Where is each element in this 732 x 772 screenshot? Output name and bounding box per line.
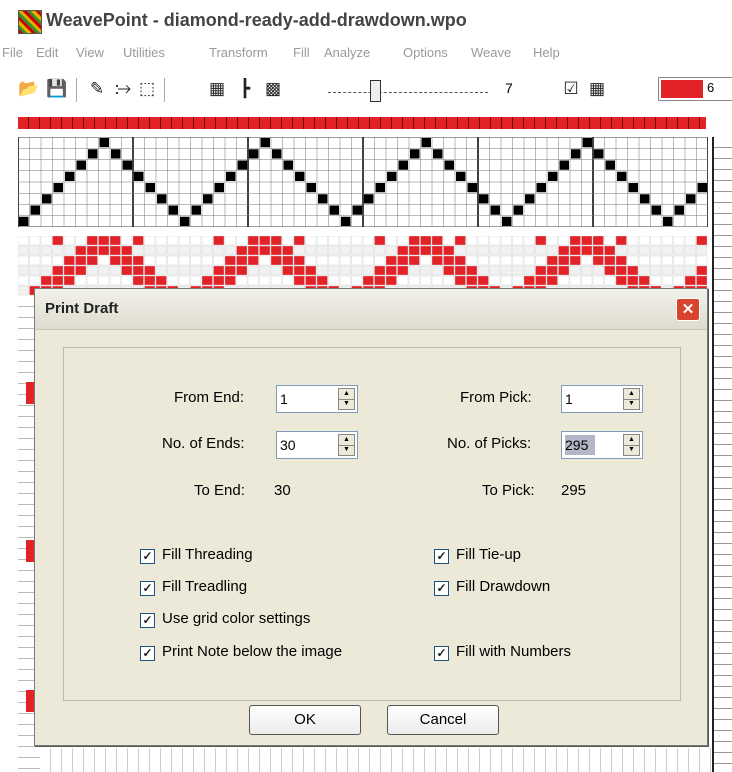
from-pick-input[interactable] <box>565 389 609 409</box>
toolbar: 📂 💾 ✎ ⧴ ⬚ ▦ ┣ ▩ ☑ ▦ <box>0 70 732 108</box>
from-pick-spinner: ▲ ▼ <box>561 385 643 413</box>
no-of-ends-spinner: ▲ ▼ <box>276 431 358 459</box>
color-selector[interactable]: 6 <box>658 77 732 101</box>
menu-view[interactable]: View <box>76 45 104 60</box>
zoom-slider-value: 7 <box>505 80 513 96</box>
to-pick-label: To Pick: <box>482 482 535 499</box>
spin-down-icon[interactable]: ▼ <box>624 445 639 455</box>
weavepoint-app-icon <box>18 10 42 34</box>
from-pick-spin-buttons: ▲ ▼ <box>623 388 640 410</box>
dialog-title: Print Draft <box>45 300 119 317</box>
spin-down-icon[interactable]: ▼ <box>624 399 639 409</box>
fill-tieup-checkbox[interactable]: ✓ <box>434 549 449 564</box>
no-of-picks-label: No. of Picks: <box>447 435 532 452</box>
menu-file[interactable]: File <box>2 45 23 60</box>
fill-tieup-label: Fill Tie-up <box>456 546 522 563</box>
to-pick-value: 295 <box>561 482 587 499</box>
print-draft-dialog: Print Draft ✕ From End: ▲ ▼ No. of Ends:… <box>34 288 708 746</box>
menu-options[interactable]: Options <box>403 45 448 60</box>
print-note-label: Print Note below the image <box>162 643 343 660</box>
options-group: From End: ▲ ▼ No. of Ends: ▲ ▼ To End: 3… <box>63 347 681 701</box>
fill-treadling-checkbox[interactable]: ✓ <box>140 581 155 596</box>
use-grid-color-label: Use grid color settings <box>162 610 311 627</box>
no-of-picks-input[interactable] <box>565 435 595 455</box>
color-index: 6 <box>707 80 715 95</box>
menu-utilities[interactable]: Utilities <box>123 45 165 60</box>
no-of-picks-spinner: ▲ ▼ <box>561 431 643 459</box>
pencil-icon[interactable]: ✎ <box>86 78 108 100</box>
spin-down-icon[interactable]: ▼ <box>339 399 354 409</box>
fill-threading-checkbox[interactable]: ✓ <box>140 549 155 564</box>
warp-color-strip <box>18 117 706 129</box>
close-icon[interactable]: ✕ <box>676 298 700 321</box>
save-disk-icon[interactable]: 💾 <box>46 78 68 100</box>
no-of-ends-spin-buttons: ▲ ▼ <box>338 434 355 456</box>
tieup-icon[interactable]: ▦ <box>206 78 228 100</box>
menu-fill[interactable]: Fill <box>293 45 310 60</box>
fill-drawdown-label: Fill Drawdown <box>456 578 551 595</box>
fill-treadling-label: Fill Treadling <box>162 578 248 595</box>
threading-grid[interactable] <box>18 137 708 227</box>
to-end-value: 30 <box>274 482 291 499</box>
no-of-ends-input[interactable] <box>280 435 324 455</box>
pattern-icon[interactable]: ▩ <box>262 78 284 100</box>
from-end-input[interactable] <box>280 389 324 409</box>
from-pick-label: From Pick: <box>460 389 532 406</box>
menu-weave[interactable]: Weave <box>471 45 511 60</box>
fill-drawdown-checkbox[interactable]: ✓ <box>434 581 449 596</box>
drawdown-pattern[interactable] <box>18 236 708 296</box>
dialog-titlebar: Print Draft ✕ <box>35 289 707 330</box>
palette-icon[interactable]: ▦ <box>586 78 608 100</box>
cancel-button[interactable]: Cancel <box>387 705 499 735</box>
fill-with-numbers-label: Fill with Numbers <box>456 643 572 660</box>
menu-transform[interactable]: Transform <box>209 45 268 60</box>
from-end-spin-buttons: ▲ ▼ <box>338 388 355 410</box>
open-folder-icon[interactable]: 📂 <box>18 78 40 100</box>
menu-help[interactable]: Help <box>533 45 560 60</box>
ok-button[interactable]: OK <box>249 705 361 735</box>
treadle-icon[interactable]: ┣ <box>234 78 256 100</box>
fill-threading-label: Fill Threading <box>162 546 253 563</box>
menu-bar: File Edit View Utilities Transform Fill … <box>0 40 732 66</box>
fill-with-numbers-checkbox[interactable]: ✓ <box>434 646 449 661</box>
menu-analyze[interactable]: Analyze <box>324 45 370 60</box>
checkbox-tool-icon[interactable]: ☑ <box>560 78 582 100</box>
from-end-spinner: ▲ ▼ <box>276 385 358 413</box>
spin-down-icon[interactable]: ▼ <box>339 445 354 455</box>
no-of-picks-spin-buttons: ▲ ▼ <box>623 434 640 456</box>
toolbar-divider <box>164 78 166 102</box>
to-end-label: To End: <box>194 482 245 499</box>
use-grid-color-checkbox[interactable]: ✓ <box>140 613 155 628</box>
toolbar-divider <box>76 78 78 102</box>
menu-edit[interactable]: Edit <box>36 45 58 60</box>
print-note-checkbox[interactable]: ✓ <box>140 646 155 661</box>
window-titlebar: WeavePoint - diamond-ready-add-drawdown.… <box>0 0 732 40</box>
line-icon[interactable]: ⧴ <box>112 78 134 100</box>
tieup-strip[interactable] <box>712 137 732 772</box>
zoom-slider-track[interactable] <box>328 92 488 93</box>
drawdown-bottom <box>40 748 712 772</box>
from-end-label: From End: <box>174 389 245 406</box>
window-title: WeavePoint - diamond-ready-add-drawdown.… <box>46 10 467 30</box>
color-swatch <box>661 80 703 98</box>
select-icon[interactable]: ⬚ <box>136 78 158 100</box>
zoom-slider-thumb[interactable] <box>370 80 381 102</box>
no-of-ends-label: No. of Ends: <box>162 435 245 452</box>
